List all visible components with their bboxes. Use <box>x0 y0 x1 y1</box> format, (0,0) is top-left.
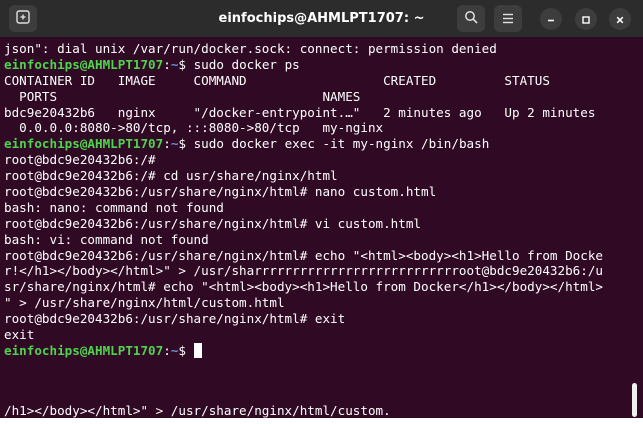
maximize-icon <box>581 10 591 29</box>
prompt-user: einfochips@AHMLPT1707 <box>4 136 164 152</box>
prompt-command: $ <box>178 342 194 358</box>
terminal-output-line: r!</h1></body></html>" > /usr/sharrrrrrr… <box>4 263 629 279</box>
output-text: exit <box>4 327 35 343</box>
output-text: sr/share/nginx/html# echo "<html><body><… <box>4 279 603 295</box>
output-text: root@bdc9e20432b6:/usr/share/nginx/html#… <box>4 184 437 200</box>
output-text: bdc9e20432b6 nginx "/docker-entrypoint.…… <box>4 104 596 120</box>
terminal-output-line: root@bdc9e20432b6:/# <box>4 152 629 168</box>
output-text: 0.0.0.0:8080->80/tcp, :::8080->80/tcp my… <box>4 120 384 136</box>
output-text: root@bdc9e20432b6:/usr/share/nginx/html#… <box>4 247 603 263</box>
prompt-command: $ sudo docker exec -it my-nginx /bin/bas… <box>178 136 490 152</box>
maximize-button[interactable] <box>575 8 597 30</box>
output-text: root@bdc9e20432b6:/usr/share/nginx/html#… <box>4 215 422 231</box>
terminal-overlay-line: /h1></body></html>" > /usr/share/nginx/h… <box>4 403 391 418</box>
terminal-output-line: bash: nano: command not found <box>4 200 629 216</box>
close-icon <box>615 10 625 29</box>
menu-button[interactable] <box>494 5 522 32</box>
prompt-user: einfochips@AHMLPT1707 <box>4 56 164 72</box>
terminal-output-line: " > /usr/share/nginx/html/custom.html <box>4 295 629 311</box>
terminal-output[interactable]: json": dial unix /var/run/docker.sock: c… <box>4 41 629 411</box>
minimize-button[interactable] <box>540 8 562 30</box>
terminal-output-line: root@bdc9e20432b6:/usr/share/nginx/html#… <box>4 216 629 232</box>
output-text: " > /usr/share/nginx/html/custom.html <box>4 295 285 311</box>
new-tab-icon <box>16 9 30 28</box>
terminal-scrollbar[interactable] <box>632 383 637 417</box>
search-button[interactable] <box>457 5 485 32</box>
terminal-output-line: CONTAINER ID IMAGE COMMAND CREATED STATU… <box>4 73 629 89</box>
output-text: root@bdc9e20432b6:/# cd usr/share/nginx/… <box>4 168 338 184</box>
terminal-output-line: exit <box>4 327 629 343</box>
terminal-output-line: bdc9e20432b6 nginx "/docker-entrypoint.…… <box>4 105 629 121</box>
hamburger-menu-icon <box>502 9 514 28</box>
minimize-icon <box>546 10 556 29</box>
title-bar[interactable]: einfochips@AHMLPT1707: ~ <box>0 0 643 37</box>
output-text: PORTS NAMES <box>4 88 361 104</box>
prompt-command: $ sudo docker ps <box>178 56 300 72</box>
output-text: r!</h1></body></html>" > /usr/sharrrrrrr… <box>4 263 603 279</box>
terminal-output-line: json": dial unix /var/run/docker.sock: c… <box>4 41 629 57</box>
text-cursor <box>193 342 202 358</box>
terminal-output-line: root@bdc9e20432b6:/usr/share/nginx/html#… <box>4 184 629 200</box>
terminal-prompt-line: einfochips@AHMLPT1707:~$ sudo docker exe… <box>4 136 490 152</box>
terminal-output-line: bash: vi: command not found <box>4 232 629 248</box>
search-icon <box>464 9 478 28</box>
output-text: root@bdc9e20432b6:/usr/share/nginx/html#… <box>4 311 346 327</box>
terminal-output-line: root@bdc9e20432b6:/usr/share/nginx/html#… <box>4 248 629 264</box>
terminal-output-line: root@bdc9e20432b6:/# cd usr/share/nginx/… <box>4 168 629 184</box>
new-tab-button[interactable] <box>9 5 37 32</box>
terminal-prompt-line: einfochips@AHMLPT1707:~$ sudo docker ps <box>4 56 300 72</box>
window-bottom-edge <box>0 418 643 424</box>
prompt-user: einfochips@AHMLPT1707 <box>4 342 164 358</box>
terminal-output-line: sr/share/nginx/html# echo "<html><body><… <box>4 279 629 295</box>
output-text: CONTAINER ID IMAGE COMMAND CREATED STATU… <box>4 72 550 88</box>
terminal-output-line: root@bdc9e20432b6:/usr/share/nginx/html#… <box>4 311 629 327</box>
terminal-output-line: 0.0.0.0:8080->80/tcp, :::8080->80/tcp my… <box>4 120 629 136</box>
output-text: bash: nano: command not found <box>4 199 224 215</box>
terminal-prompt-line: einfochips@AHMLPT1707:~$ <box>4 342 629 359</box>
output-text: bash: vi: command not found <box>4 231 209 247</box>
output-text: root@bdc9e20432b6:/# <box>4 152 156 168</box>
terminal-window: einfochips@AHMLPT1707: ~ json": dial uni… <box>0 0 643 424</box>
terminal-output-line: PORTS NAMES <box>4 89 629 105</box>
output-text: json": dial unix /var/run/docker.sock: c… <box>4 41 497 56</box>
close-button[interactable] <box>609 8 631 30</box>
